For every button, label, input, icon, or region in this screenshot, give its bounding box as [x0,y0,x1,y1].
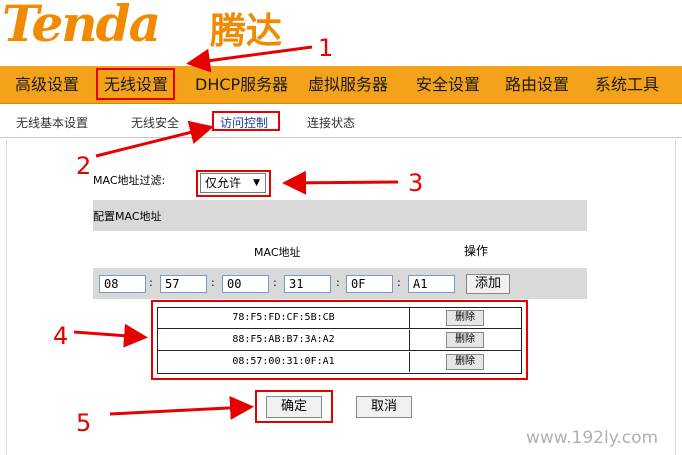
annotation-number-3: 3 [408,169,424,197]
arrow-2 [95,120,214,158]
annotation-number-4: 4 [53,322,69,350]
watermark: www.192ly.com [526,428,659,448]
annotation-arrows [73,45,399,420]
arrow-1 [186,45,313,73]
annotation-number-1: 1 [318,34,334,62]
arrow-5 [109,395,254,420]
arrow-4 [73,323,148,348]
arrow-3 [282,170,399,195]
annotation-number-2: 2 [76,152,92,180]
annotation-number-5: 5 [76,409,92,437]
